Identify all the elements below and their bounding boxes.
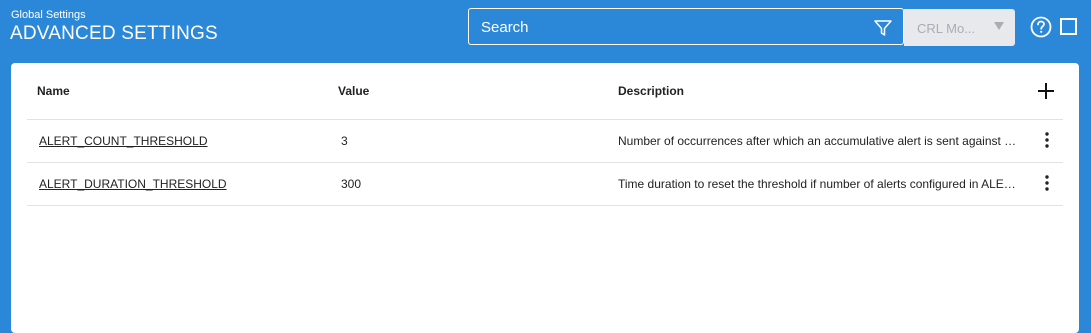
setting-value: 300 — [341, 177, 362, 191]
filter-icon[interactable] — [873, 18, 893, 38]
more-options-icon[interactable] — [1044, 131, 1050, 149]
column-header-value[interactable]: Value — [338, 84, 369, 98]
crl-mode-dropdown[interactable]: CRL Mo... — [904, 9, 1015, 46]
setting-description: Number of occurrences after which an acc… — [618, 134, 1017, 148]
page-title: ADVANCED SETTINGS — [10, 23, 218, 44]
search-input[interactable]: Search — [468, 8, 904, 45]
chevron-down-icon — [994, 22, 1004, 30]
add-icon[interactable] — [1037, 82, 1055, 100]
breadcrumb[interactable]: Global Settings — [11, 9, 86, 21]
app-header: Global Settings ADVANCED SETTINGS Search… — [0, 0, 1091, 62]
row-divider — [27, 162, 1063, 163]
dropdown-value: CRL Mo... — [917, 21, 976, 36]
column-header-description[interactable]: Description — [618, 84, 684, 98]
window-icon[interactable] — [1060, 18, 1077, 35]
settings-panel: Name Value Description ALERT_COUNT_THRES… — [11, 63, 1079, 333]
setting-value: 3 — [341, 134, 348, 148]
setting-description: Time duration to reset the threshold if … — [618, 177, 1016, 191]
help-icon[interactable] — [1030, 16, 1052, 38]
setting-name-link[interactable]: ALERT_COUNT_THRESHOLD — [39, 134, 207, 148]
search-placeholder: Search — [481, 19, 529, 36]
header-divider — [27, 119, 1063, 120]
setting-name-link[interactable]: ALERT_DURATION_THRESHOLD — [39, 177, 227, 191]
row-divider — [27, 205, 1063, 206]
more-options-icon[interactable] — [1044, 174, 1050, 192]
column-header-name[interactable]: Name — [37, 84, 70, 98]
